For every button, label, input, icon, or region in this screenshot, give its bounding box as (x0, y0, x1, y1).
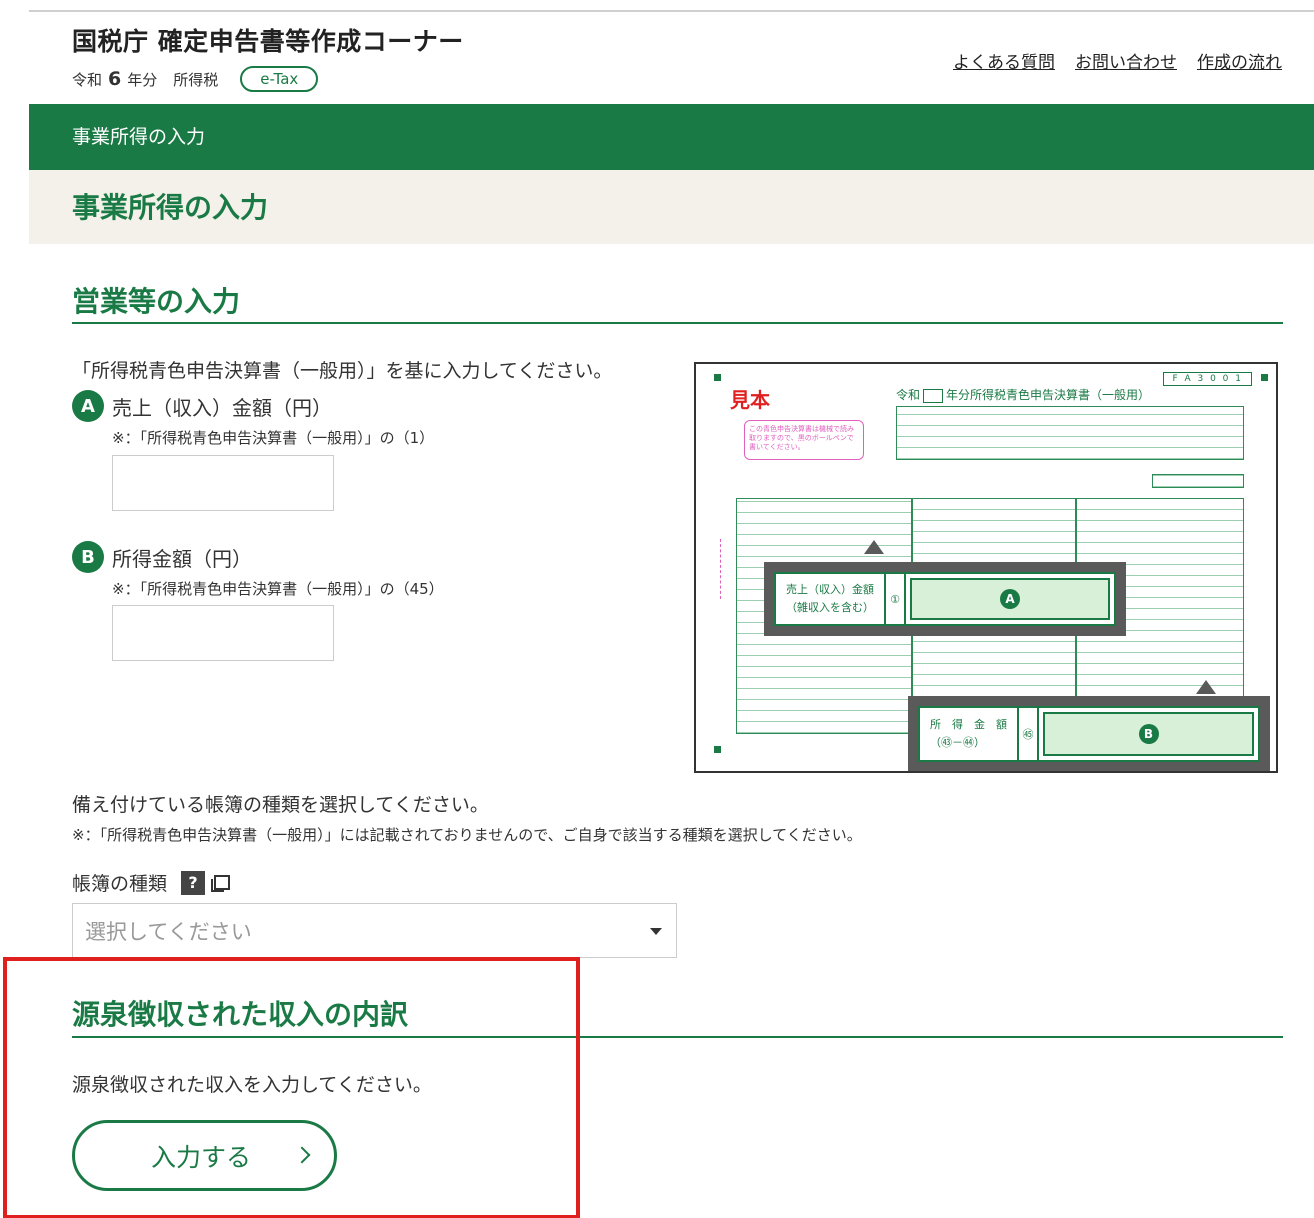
withholding-lead-text: 源泉徴収された収入を入力してください。 (72, 1074, 432, 1096)
callout-a-line1: 売上（収入）金額 (786, 583, 874, 596)
year-suffix: 年分 (127, 70, 158, 89)
contact-link[interactable]: お問い合わせ (1075, 48, 1177, 73)
marker-b-icon: B (72, 541, 104, 573)
form-pen-note: この青色申告決算書は機械で読み取りますので、黒のボールペンで書いてください。 (744, 420, 864, 460)
chevron-right-icon (293, 1146, 311, 1164)
form-small-box (1152, 474, 1244, 488)
enter-withholding-button-label: 入力する (151, 1142, 252, 1172)
form-title: 令和 年分所得税青色申告決算書（一般用） (896, 386, 1150, 403)
marker-a-icon: A (72, 390, 104, 422)
section-title-withholding: 源泉徴収された収入の内訳 (72, 998, 409, 1031)
callout-pointer (864, 540, 884, 554)
top-divider (29, 10, 1314, 12)
field-b-label: B 所得金額（円） (72, 541, 252, 573)
income-amount-input[interactable] (112, 605, 334, 661)
chevron-down-icon (650, 928, 662, 935)
callout-b-number: ㊺ (1019, 708, 1039, 760)
header-links: よくある質問 お問い合わせ 作成の流れ (953, 48, 1282, 73)
callout-a-line2: （雑収入を含む） (786, 601, 874, 614)
tax-type-label: 所得税 (173, 70, 219, 89)
form-header-grid (896, 406, 1244, 460)
section-divider (72, 1036, 1283, 1038)
sample-stamp: 見本 (730, 388, 770, 412)
book-type-select-value: 選択してください (85, 919, 252, 944)
field-a-label: A 売上（収入）金額（円） (72, 390, 332, 422)
popup-window-icon[interactable] (211, 874, 231, 892)
flow-link[interactable]: 作成の流れ (1197, 48, 1282, 73)
marker-a-icon: A (1000, 589, 1020, 609)
page-title: 事業所得の入力 (72, 191, 269, 224)
corner-mark (1261, 374, 1268, 381)
site-title: 国税庁 確定申告書等作成コーナー (72, 27, 464, 56)
help-icon[interactable]: ? (181, 870, 206, 895)
books-label: 帳簿の種類 ? (72, 869, 231, 896)
field-b-label-text: 所得金額（円） (112, 546, 252, 571)
field-a-label-text: 売上（収入）金額（円） (112, 395, 332, 420)
tax-year-line: 令和 6 年分 所得税 e-Tax (72, 66, 319, 92)
faq-link[interactable]: よくある質問 (953, 48, 1055, 73)
enter-withholding-button[interactable]: 入力する (72, 1120, 337, 1191)
field-b-note: ※：「所得税青色申告決算書（一般用）」の（45） (112, 580, 444, 598)
callout-a-number: ① (886, 574, 906, 624)
books-label-text: 帳簿の種類 (72, 873, 168, 895)
sales-amount-input[interactable] (112, 455, 334, 511)
marker-b-icon: B (1138, 724, 1159, 744)
page-header: 事業所得の入力 (29, 170, 1314, 244)
callout-pointer (1196, 680, 1216, 694)
callout-b-line1: 所 得 金 額 (930, 718, 1007, 731)
callout-a: 売上（収入）金額 （雑収入を含む） ① A (764, 562, 1126, 636)
form-title-era: 令和 (896, 388, 921, 402)
sample-form-image: 見本 F A 3 0 0 1 令和 年分所得税青色申告決算書（一般用） この青色申… (694, 362, 1278, 773)
sales-lead-text: 「所得税青色申告決算書（一般用）」を基に入力してください。 (72, 360, 613, 382)
corner-mark (714, 746, 721, 753)
book-type-select[interactable]: 選択してください (72, 903, 677, 958)
corner-mark (714, 374, 721, 381)
year-number: 6 (108, 68, 122, 90)
callout-b-line2: （㊸－㊹） (930, 736, 985, 749)
form-side-note (720, 539, 728, 599)
books-lead-text: 備え付けている帳簿の種類を選択してください。 (72, 794, 489, 816)
form-title-text: 年分所得税青色申告決算書（一般用） (946, 388, 1151, 402)
section-title-sales: 営業等の入力 (72, 285, 241, 318)
form-code: F A 3 0 0 1 (1163, 372, 1252, 386)
callout-b: 所 得 金 額 （㊸－㊹） ㊺ B (908, 696, 1270, 771)
section-divider (72, 322, 1283, 324)
field-a-note: ※：「所得税青色申告決算書（一般用）」の（1） (112, 429, 435, 447)
etax-badge: e-Tax (240, 66, 319, 92)
breadcrumb: 事業所得の入力 (29, 104, 1314, 170)
books-note: ※：「所得税青色申告決算書（一般用）」には記載されておりませんので、ご自身で該当… (72, 826, 862, 844)
era-label: 令和 (72, 70, 103, 89)
